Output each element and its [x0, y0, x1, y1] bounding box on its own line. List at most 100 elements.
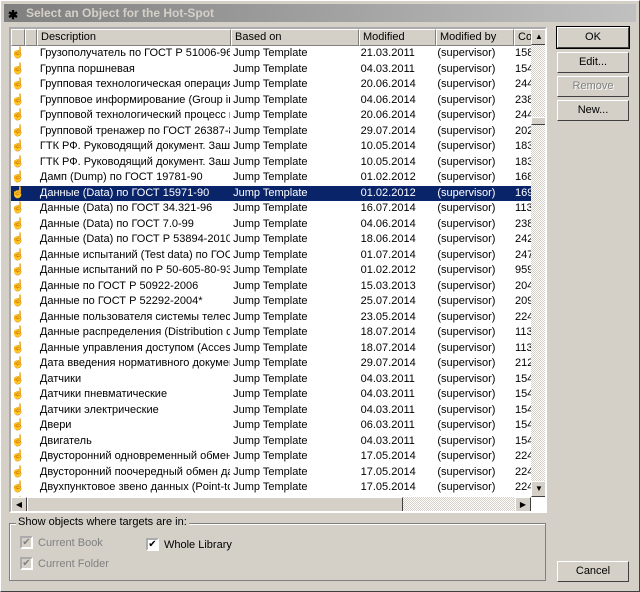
object-list[interactable]: Description Based on Modified Modified b… — [9, 27, 547, 513]
cell-modified: 04.06.2014 — [360, 93, 416, 106]
current-book-checkbox[interactable]: ✔ Current Book — [20, 536, 103, 549]
cell-code: 224 — [515, 465, 531, 478]
table-row[interactable]: ☝ Данные испытаний по Р 50-605-80-93 Jump … — [11, 263, 531, 279]
window-title: Select an Object for the Hot-Spot — [26, 6, 215, 20]
cell-description: Данные по ГОСТ Р 52292-2004* — [39, 295, 203, 307]
cancel-button[interactable]: Cancel — [557, 561, 629, 582]
whole-library-checkbox[interactable]: ✔ Whole Library — [146, 538, 232, 551]
table-row[interactable]: ☝ Двигатель Jump Template 04.03.2011 (superv… — [11, 434, 531, 450]
cell-modified-by: (supervisor) — [437, 295, 496, 307]
cell-modified-by: (supervisor) — [437, 357, 496, 369]
scroll-up-button[interactable]: ▲ — [531, 29, 545, 45]
list-header: Description Based on Modified Modified b… — [11, 29, 533, 46]
cell-based-on: Jump Template — [233, 248, 308, 261]
column-header-modified[interactable]: Modified — [359, 29, 436, 46]
table-row[interactable]: ☝ Данные по ГОСТ Р 50922-2006 Jump Templat… — [11, 279, 531, 295]
cell-modified: 04.03.2011 — [360, 434, 415, 447]
table-row[interactable]: ☝ Данные (Data) по ГОСТ 34.321-96 Jump Tem… — [11, 201, 531, 217]
row-flag — [25, 465, 37, 481]
row-flag — [25, 325, 37, 341]
table-row[interactable]: ☝ Двери Jump Template 06.03.2011 (supervisor… — [11, 418, 531, 434]
table-row[interactable]: ☝ Датчики электрические Jump Template 04.03… — [11, 403, 531, 419]
table-row[interactable]: ☝ Данные (Data) по ГОСТ Р 53894-2010 Jump … — [11, 232, 531, 248]
hand-pointer-icon: ☝ — [11, 47, 25, 59]
row-flag — [25, 77, 37, 93]
cell-description: Данные (Data) по ГОСТ Р 53894-2010 — [39, 233, 231, 245]
cell-modified-by: (supervisor) — [437, 481, 496, 493]
table-row[interactable]: ☝ Двусторонний одновременный обмен Jump Te… — [11, 449, 531, 465]
cell-description: Грузополучатель по ГОСТ Р 51006-96 — [39, 47, 231, 59]
table-row[interactable]: ☝ Данные испытаний (Test data) по ГОС Jump… — [11, 248, 531, 264]
cell-code: 244 — [515, 109, 531, 121]
table-row[interactable]: ☝ Групповой тренажер по ГОСТ 26387-8 Jump … — [11, 124, 531, 140]
row-flag — [25, 449, 37, 465]
cell-description: Датчики — [39, 372, 82, 385]
row-flag — [25, 186, 37, 202]
current-folder-checkbox[interactable]: ✔ Current Folder — [20, 557, 109, 570]
remove-button[interactable]: Remove — [557, 76, 629, 97]
table-row[interactable]: ☝ ГТК РФ. Руководящий документ. Заш Jump T… — [11, 155, 531, 171]
table-row[interactable]: ☝ Данные пользователя системы телес Jump T… — [11, 310, 531, 326]
column-header-modified-by[interactable]: Modified by — [436, 29, 514, 46]
table-row[interactable]: ☝ Данные (Data) по ГОСТ 15971-90 Jump Temp… — [11, 185, 531, 202]
scroll-down-button[interactable]: ▼ — [531, 481, 545, 497]
scroll-right-button[interactable]: ▶ — [515, 497, 531, 511]
hand-pointer-icon: ☝ — [11, 155, 25, 168]
cell-modified-by: (supervisor) — [437, 419, 496, 431]
hand-pointer-icon: ☝ — [11, 388, 25, 400]
hand-pointer-icon: ☝ — [11, 264, 25, 276]
horizontal-scrollbar[interactable]: ◀ ▶ — [11, 497, 531, 511]
table-row[interactable]: ☝ Дамп (Dump) по ГОСТ 19781-90 Jump Templa… — [11, 170, 531, 186]
row-flag — [25, 434, 37, 450]
table-row[interactable]: ☝ ГТК РФ. Руководящий документ. Заш Jump T… — [11, 139, 531, 155]
cell-modified-by: (supervisor) — [437, 248, 496, 261]
cell-code: 168 — [515, 171, 531, 183]
table-row[interactable]: ☝ Данные по ГОСТ Р 52292-2004* Jump Templa… — [11, 294, 531, 310]
new-button[interactable]: New... — [557, 100, 629, 121]
row-flag — [25, 403, 37, 419]
column-header-description[interactable]: Description — [37, 29, 231, 46]
table-row[interactable]: ☝ Данные управления доступом (Access Jump … — [11, 341, 531, 357]
table-row[interactable]: ☝ Групповое информирование (Group inf Jump… — [11, 93, 531, 109]
column-header-flag[interactable] — [25, 29, 37, 46]
vertical-scroll-thumb[interactable] — [531, 117, 545, 125]
table-row[interactable]: ☝ Двухпунктовое звено данных (Point-to- Ju… — [11, 480, 531, 496]
hand-pointer-icon: ☝ — [11, 186, 25, 199]
table-row[interactable]: ☝ Данные (Data) по ГОСТ 7.0-99 Jump Templa… — [11, 217, 531, 233]
cell-based-on: Jump Template — [233, 279, 308, 292]
cell-modified: 04.03.2011 — [360, 372, 415, 385]
table-row[interactable]: ☝ Групповой технологический процесс г Jump… — [11, 108, 531, 124]
cell-based-on: Jump Template — [233, 202, 308, 214]
ok-button[interactable]: OK — [556, 26, 630, 49]
cell-based-on: Jump Template — [233, 434, 308, 447]
table-row[interactable]: ☝ Групповая технологическая операция Jump … — [11, 77, 531, 93]
table-row[interactable]: ☝ Двусторонний поочередный обмен да Jump T… — [11, 465, 531, 481]
row-flag — [25, 294, 37, 310]
table-row[interactable]: ☝ Данные распределения (Distribution da Ju… — [11, 325, 531, 341]
cell-based-on: Jump Template — [233, 372, 308, 385]
cell-based-on: Jump Template — [233, 109, 308, 121]
table-row[interactable]: ☝ Дата введения нормативного докумен Jump … — [11, 356, 531, 372]
hand-pointer-icon: ☝ — [11, 403, 25, 416]
cell-code: 224 — [515, 450, 531, 462]
table-row[interactable]: ☝ Группа поршневая Jump Template 04.03.2011… — [11, 62, 531, 78]
edit-button[interactable]: Edit... — [557, 52, 629, 73]
hand-pointer-icon: ☝ — [11, 217, 25, 230]
hand-pointer-icon: ☝ — [11, 233, 25, 245]
table-row[interactable]: ☝ Датчики Jump Template 04.03.2011 (supervis… — [11, 372, 531, 388]
vertical-scrollbar[interactable]: ▲ ▼ — [531, 29, 545, 497]
cell-description: ГТК РФ. Руководящий документ. Заш — [39, 155, 231, 168]
column-header-based-on[interactable]: Based on — [231, 29, 359, 46]
table-row[interactable]: ☝ Грузополучатель по ГОСТ Р 51006-96 Jump … — [11, 46, 531, 62]
cell-modified-by: (supervisor) — [437, 186, 496, 199]
cell-modified: 10.05.2014 — [360, 140, 416, 152]
cell-based-on: Jump Template — [233, 62, 308, 75]
table-row[interactable]: ☝ Датчики пневматические Jump Template 04.0… — [11, 387, 531, 403]
horizontal-scroll-thumb[interactable] — [27, 497, 403, 511]
column-header-icon[interactable] — [11, 29, 25, 46]
scroll-left-button[interactable]: ◀ — [11, 497, 27, 511]
cell-modified: 18.06.2014 — [360, 233, 416, 245]
cell-code: 154 — [515, 403, 531, 416]
cell-modified-by: (supervisor) — [437, 450, 496, 462]
hand-pointer-icon: ☝ — [11, 140, 25, 152]
